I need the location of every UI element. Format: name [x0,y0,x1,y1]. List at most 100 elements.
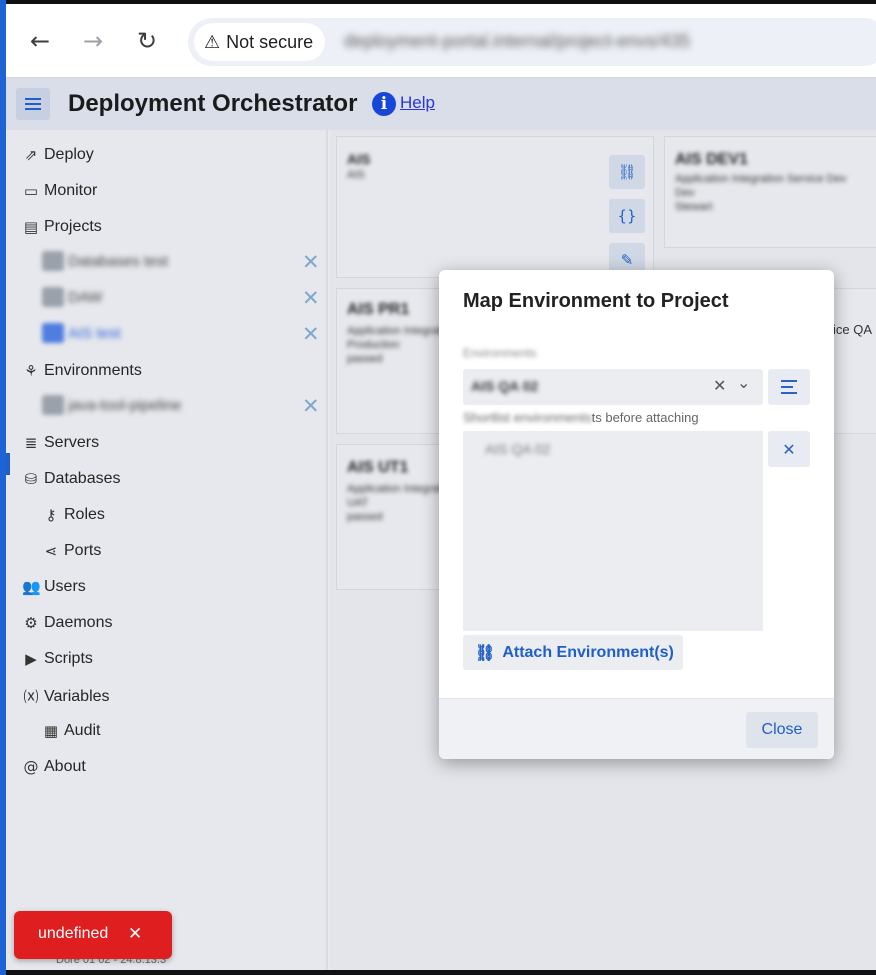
error-toast: undefined ✕ [14,911,172,959]
project-icon [42,323,64,343]
environments-label: Environments [463,346,537,360]
active-indicator [6,453,10,475]
key-icon: ⚷ [45,506,57,524]
forward-icon[interactable]: → [78,26,108,56]
sidebar-item-projects[interactable]: ▤ Projects [22,218,102,236]
sidebar-item-ports[interactable]: ⋖ Ports [42,542,102,560]
selected-environment: AIS QA 02 [471,378,539,394]
card-title: AIS PR1 [347,301,410,318]
share-icon: ⋖ [44,542,58,560]
sidebar-item-environments[interactable]: ⚘ Environments [22,362,142,380]
remove-project-icon[interactable]: ✕ [302,322,320,346]
card-line: Stewart [675,201,713,213]
card-title: AIS DEV1 [675,151,748,168]
sidebar-item-about[interactable]: @ About [22,758,86,776]
project-name: DAW [68,288,103,306]
help-link[interactable]: Help [400,93,435,113]
attach-environments-button[interactable]: ⛓ Attach Environment(s) [463,635,683,670]
at-icon: @ [23,758,39,776]
list-icon [781,380,797,394]
card-line: Application Integration Service Dev [675,173,847,185]
reload-icon[interactable]: ↻ [132,26,162,56]
app-header: Deployment Orchestrator i Help [6,78,876,130]
menu-button[interactable] [16,88,50,120]
environments-icon: ⚘ [24,362,38,380]
shortlist-hint: Shortlist environmentsts before attachin… [463,410,699,425]
project-name: AIS test [68,324,121,342]
card-line: Production [347,339,400,351]
remove-project-icon[interactable]: ✕ [302,286,320,310]
sidebar-item-label: Ports [64,542,102,559]
project-icon [42,251,64,271]
map-environment-dialog: Map Environment to Project Environments … [439,270,834,759]
remove-environment-icon[interactable]: ✕ [302,394,320,418]
sidebar-item-label: About [44,758,86,775]
environment-item[interactable]: java-tool-pipeline [42,395,181,415]
environment-name: java-tool-pipeline [68,396,182,414]
close-button[interactable]: Close [746,712,818,748]
browser-toolbar: ← → ↻ ⚠ Not secure deployment-portal.int… [6,4,876,78]
sidebar-item-databases[interactable]: ⛁ Databases [22,470,121,488]
card-partial-text: ice QA [833,322,873,337]
back-icon[interactable]: ← [25,26,55,56]
attach-label: Attach Environment(s) [502,643,674,661]
sidebar-item-label: Servers [44,434,100,451]
chevron-down-icon[interactable]: ⌄ [737,373,750,392]
card-line: UAT [347,497,369,509]
database-icon: ⛁ [24,470,38,488]
project-card[interactable]: AIS DEV1 Application Integration Service… [664,136,876,248]
sidebar-item-label: Scripts [44,650,93,667]
dialog-footer: Close [439,698,834,759]
environment-icon [42,395,64,415]
deploy-icon: ⇗ [24,146,38,164]
hint-blurred: Shortlist environments [463,410,592,425]
sidebar-item-scripts[interactable]: ▶ Scripts [22,650,93,668]
sidebar-item-users[interactable]: 👥 Users [22,578,86,596]
project-icon [42,287,64,307]
remove-from-list-button[interactable]: ✕ [768,431,810,467]
add-to-list-button[interactable] [768,369,810,405]
sidebar-item-label: Deploy [44,146,94,163]
users-icon: 👥 [22,578,41,596]
terminal-icon: ▶ [25,650,37,668]
close-icon[interactable]: ✕ [128,924,142,944]
list-item[interactable]: AIS QA 02 [485,441,550,457]
sidebar-item-label: Databases [44,470,121,487]
sidebar-item-deploy[interactable]: ⇗ Deploy [22,146,94,164]
sidebar-item-variables[interactable]: ⒳ Variables [22,686,110,707]
link-icon: ⛓ [475,643,496,662]
sidebar-item-monitor[interactable]: ▭ Monitor [22,182,97,200]
info-icon[interactable]: i [372,92,396,116]
building-icon: ▤ [23,218,39,236]
project-item[interactable]: Databases test [42,251,168,271]
server-icon: ≣ [24,434,38,452]
card-subtitle: AIS [347,169,365,181]
toast-message: undefined [38,925,109,942]
sidebar-item-servers[interactable]: ≣ Servers [22,434,99,452]
card-line: passed [347,353,383,365]
environment-select[interactable]: AIS QA 02 ✕ ⌄ [463,369,763,405]
json-icon[interactable]: {} [609,199,645,233]
address-bar[interactable]: ⚠ Not secure deployment-portal.internal/… [188,18,876,66]
project-item-active[interactable]: AIS test [42,323,121,343]
warning-icon: ⚠ [204,31,221,53]
remove-project-icon[interactable]: ✕ [302,250,320,274]
card-line: Dev [675,187,695,199]
sidebar-item-daemons[interactable]: ⚙ Daemons [22,614,112,632]
sidebar-item-roles[interactable]: ⚷ Roles [42,506,105,524]
security-chip[interactable]: ⚠ Not secure [194,23,326,61]
url-text[interactable]: deployment-portal.internal/project-envs/… [344,31,690,52]
project-item[interactable]: DAW [42,287,102,307]
sidebar-item-label: Daemons [44,614,113,631]
sidebar: ⇗ Deploy ▭ Monitor ▤ Projects Databases … [6,130,328,970]
sidebar-item-label: Audit [64,722,101,739]
link-icon[interactable]: ⛓ [609,155,645,189]
sidebar-item-label: Variables [44,687,110,705]
shortlist-box[interactable]: AIS QA 02 [463,431,763,631]
sidebar-item-audit[interactable]: ▦ Audit [42,722,101,740]
project-card[interactable]: AIS AIS ⛓ {} ✎ [336,136,654,278]
sidebar-item-label: Roles [64,506,105,523]
dialog-title: Map Environment to Project [463,290,729,312]
clear-icon[interactable]: ✕ [713,376,726,395]
hint-visible: ts before attaching [591,410,699,425]
